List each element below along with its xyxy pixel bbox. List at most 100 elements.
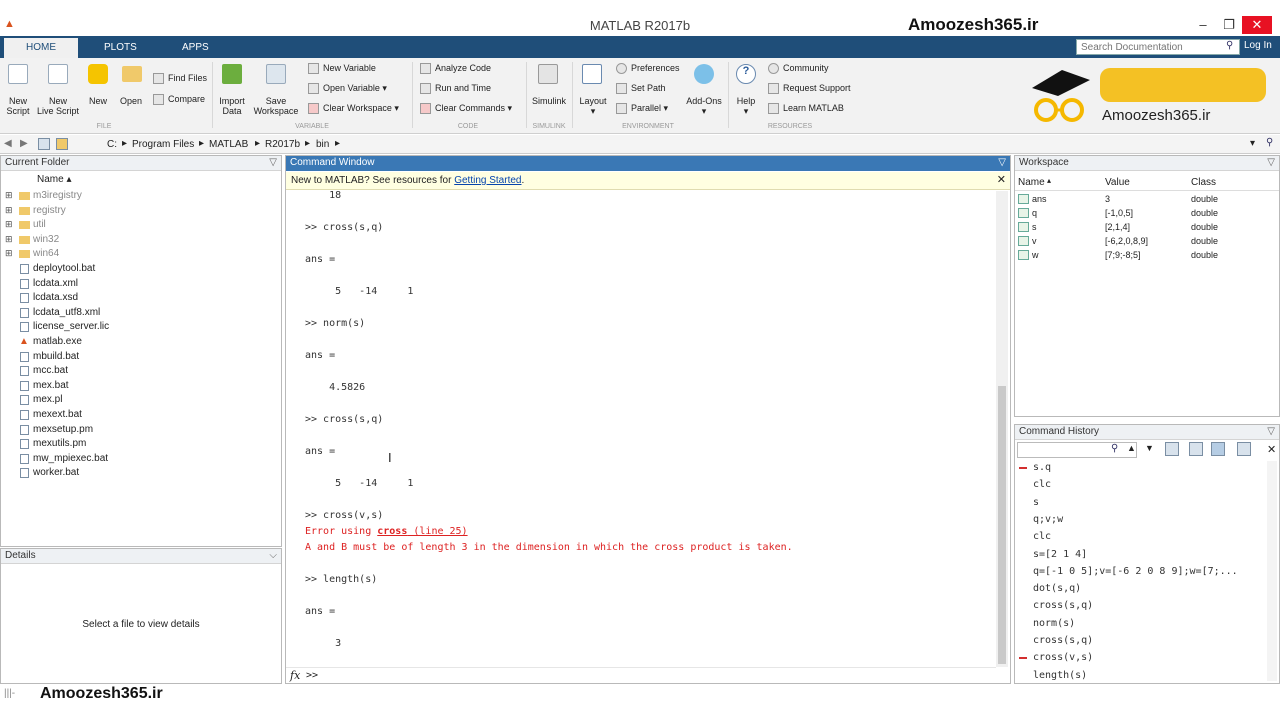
file-list-item[interactable]: mex.bat	[1, 380, 281, 395]
pane-menu-icon[interactable]: ▽	[269, 157, 277, 168]
run-and-time-button[interactable]: Run and Time	[420, 83, 491, 95]
new-script-icon[interactable]	[8, 64, 28, 84]
tab-apps[interactable]: APPS	[160, 38, 231, 58]
prompt-line[interactable]: fx >>	[286, 667, 996, 683]
file-list-item[interactable]: license_server.lic	[1, 321, 281, 336]
search-icon[interactable]: ⚲	[1111, 443, 1118, 454]
new-button[interactable]: New	[84, 96, 112, 106]
error-line-link[interactable]: (line 25)	[407, 526, 467, 537]
history-search-input[interactable]	[1017, 442, 1137, 458]
file-list-item[interactable]: ⊞ win64	[1, 248, 281, 263]
close-banner-icon[interactable]: ✕	[997, 173, 1006, 186]
clear-workspace-button[interactable]: Clear Workspace ▾	[308, 103, 399, 115]
expand-icon[interactable]: ⊞	[5, 219, 13, 230]
history-item[interactable]: norm(s)	[1033, 618, 1075, 629]
history-item[interactable]: q;v;w	[1033, 514, 1063, 525]
help-button[interactable]: Help ▾	[732, 96, 760, 116]
new-variable-button[interactable]: New Variable	[308, 63, 376, 75]
match-case-icon[interactable]	[1165, 442, 1179, 456]
file-list-item[interactable]: ▲ matlab.exe	[1, 336, 281, 351]
column-class[interactable]: Class	[1191, 177, 1216, 188]
history-item[interactable]: s.q	[1033, 462, 1051, 473]
layout-button[interactable]: Layout ▾	[576, 96, 610, 116]
error-function-link[interactable]: cross	[377, 526, 407, 537]
filter-icon[interactable]	[1237, 442, 1251, 456]
pane-menu-icon[interactable]: ▽	[1267, 157, 1275, 168]
history-item[interactable]: q=[-1 0 5];v=[-6 2 0 8 9];w=[7;...	[1033, 566, 1238, 577]
file-list-item[interactable]: mw_mpiexec.bat	[1, 453, 281, 468]
workspace-row[interactable]: q [-1,0,5] double	[1015, 207, 1279, 222]
workspace-row[interactable]: ans 3 double	[1015, 193, 1279, 208]
file-list-item[interactable]: ⊞ win32	[1, 234, 281, 249]
command-window[interactable]: Command Window ▽ New to MATLAB? See resou…	[285, 155, 1011, 684]
file-list-item[interactable]: ⊞ m3iregistry	[1, 190, 281, 205]
history-item[interactable]: cross(s,q)	[1033, 635, 1093, 646]
login-link[interactable]: Log In	[1244, 40, 1272, 51]
file-list-item[interactable]: ⊞ util	[1, 219, 281, 234]
path-segment[interactable]: MATLAB	[209, 139, 248, 150]
history-item[interactable]: cross(s,q)	[1033, 600, 1093, 611]
import-data-button[interactable]: Import Data	[214, 96, 250, 116]
browse-folder-icon[interactable]	[56, 138, 68, 150]
close-search-icon[interactable]: ✕	[1267, 443, 1276, 456]
chevron-down-icon[interactable]: ⌵	[269, 550, 277, 561]
workspace-row[interactable]: s [2,1,4] double	[1015, 221, 1279, 236]
path-dropdown-icon[interactable]: ▾	[1250, 138, 1255, 149]
analyze-code-button[interactable]: Analyze Code	[420, 63, 491, 75]
pane-menu-icon[interactable]: ▽	[998, 157, 1006, 168]
save-workspace-icon[interactable]	[266, 64, 286, 84]
clear-commands-button[interactable]: Clear Commands ▾	[420, 103, 512, 115]
file-list-item[interactable]: deploytool.bat	[1, 263, 281, 278]
expand-icon[interactable]: ⊞	[5, 248, 13, 259]
search-icon[interactable]: ⚲	[1226, 40, 1233, 51]
history-item[interactable]: s	[1033, 497, 1039, 508]
open-folder-icon[interactable]	[122, 66, 142, 82]
file-list-item[interactable]: mexext.bat	[1, 409, 281, 424]
grouped-view-icon[interactable]	[1211, 442, 1225, 456]
column-value[interactable]: Value	[1105, 177, 1130, 188]
command-prompt[interactable]: >>	[306, 670, 318, 681]
name-column-header[interactable]: Name ▴	[37, 174, 72, 185]
request-support-button[interactable]: Request Support	[768, 83, 851, 95]
save-workspace-button[interactable]: Save Workspace	[252, 96, 300, 116]
history-item[interactable]: clc	[1033, 479, 1051, 490]
history-item[interactable]: length(s)	[1033, 670, 1087, 681]
arrow-down-icon[interactable]: ▼	[1145, 443, 1154, 453]
getting-started-link[interactable]: Getting Started	[454, 175, 521, 186]
file-list-item[interactable]: mex.pl	[1, 394, 281, 409]
list-view-icon[interactable]	[1189, 442, 1203, 456]
help-icon[interactable]: ?	[736, 64, 756, 84]
fx-icon[interactable]: fx	[290, 669, 300, 682]
addons-icon[interactable]	[694, 64, 714, 84]
folder-search-icon[interactable]: ⚲	[1266, 137, 1273, 148]
path-segment[interactable]: Program Files	[132, 139, 194, 150]
import-data-icon[interactable]	[222, 64, 242, 84]
preferences-button[interactable]: Preferences	[616, 63, 680, 75]
simulink-icon[interactable]	[538, 64, 558, 84]
new-live-script-icon[interactable]	[48, 64, 68, 84]
new-icon[interactable]	[88, 64, 108, 84]
path-segment[interactable]: bin	[316, 139, 329, 150]
file-list-item[interactable]: lcdata_utf8.xml	[1, 307, 281, 322]
tab-home[interactable]: HOME	[4, 38, 78, 58]
learn-matlab-button[interactable]: Learn MATLAB	[768, 103, 844, 115]
find-files-button[interactable]: Find Files	[153, 73, 207, 85]
open-button[interactable]: Open	[116, 96, 146, 106]
community-button[interactable]: Community	[768, 63, 829, 75]
history-item[interactable]: s=[2 1 4]	[1033, 549, 1087, 560]
history-item[interactable]: clc	[1033, 531, 1051, 542]
file-list-item[interactable]: lcdata.xml	[1, 278, 281, 293]
addons-button[interactable]: Add-Ons ▾	[684, 96, 724, 116]
maximize-button[interactable]: ❐	[1218, 16, 1240, 34]
layout-icon[interactable]	[582, 64, 602, 84]
history-item[interactable]: cross(v,s)	[1033, 652, 1093, 663]
back-icon[interactable]: ◀	[4, 138, 12, 149]
up-folder-icon[interactable]	[38, 138, 50, 150]
compare-button[interactable]: Compare	[153, 94, 205, 106]
set-path-button[interactable]: Set Path	[616, 83, 666, 95]
file-list-item[interactable]: ⊞ registry	[1, 205, 281, 220]
workspace-row[interactable]: w [7;9;-8;5] double	[1015, 249, 1279, 264]
column-name[interactable]: Name	[1018, 177, 1045, 188]
file-list-item[interactable]: mbuild.bat	[1, 351, 281, 366]
expand-icon[interactable]: ⊞	[5, 205, 13, 216]
